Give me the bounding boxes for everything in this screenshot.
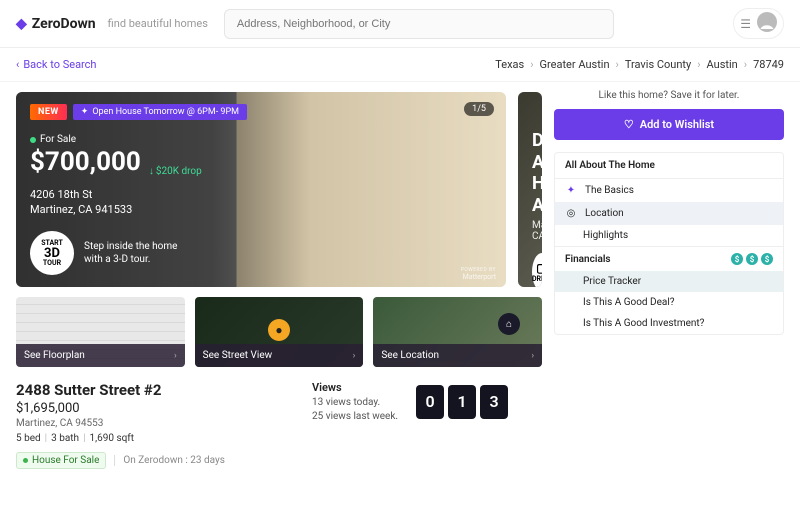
streetview-tile[interactable]: ● See Street View› xyxy=(195,297,364,367)
logo-icon: ◆ xyxy=(16,16,27,32)
address-line2: Martinez, CA 941533 xyxy=(30,202,492,217)
chevron-right-icon: › xyxy=(531,351,534,361)
floorplan-tile[interactable]: See Floorplan› xyxy=(16,297,185,367)
sparkle-icon: ✦ xyxy=(565,185,577,196)
home-pin-icon: ⌂ xyxy=(498,313,520,335)
property-location: Martinez, CA 94553 xyxy=(16,418,292,429)
menu-icon[interactable]: ☰ xyxy=(740,17,751,31)
crumb-4[interactable]: 78749 xyxy=(753,58,784,71)
add-to-wishlist-button[interactable]: ♡ Add to Wishlist xyxy=(554,109,784,140)
crumb-0[interactable]: Texas xyxy=(495,58,524,71)
drive-button[interactable]: ▢ DRIVE xyxy=(532,253,542,287)
3d-tour-button[interactable]: START 3D TOUR xyxy=(30,231,74,275)
crumb-2[interactable]: Travis County xyxy=(625,58,691,71)
views-lastweek: 25 views last week. xyxy=(312,411,398,422)
views-heading: Views xyxy=(312,381,398,394)
price-drop: ↓ $20K drop xyxy=(149,166,202,177)
location-tile[interactable]: ⌂ See Location› xyxy=(373,297,542,367)
tv-icon: ▢ xyxy=(536,261,542,275)
address-line1: 4206 18th St xyxy=(30,187,492,202)
sidebar-item-basics[interactable]: ✦ The Basics xyxy=(555,179,783,202)
price: $700,000 xyxy=(30,147,141,177)
sidebar-item-good-deal[interactable]: Is This A Good Deal? xyxy=(555,292,783,313)
sidebar-item-price-tracker[interactable]: Price Tracker xyxy=(555,271,783,292)
search-input[interactable] xyxy=(224,9,614,39)
drive-card[interactable]: Drive Around Haight-Ashbury Martinez, CA… xyxy=(518,92,542,287)
logo[interactable]: ◆ ZeroDown xyxy=(16,16,96,32)
chevron-left-icon: ‹ xyxy=(16,58,19,71)
photo-counter: 1/5 xyxy=(464,102,494,116)
arrow-down-icon: ↓ xyxy=(149,166,154,177)
sidebar-item-location[interactable]: ◎ Location xyxy=(555,202,783,225)
tour-description: Step inside the home with a 3-D tour. xyxy=(84,240,194,266)
financial-badges: $$$ xyxy=(731,253,773,265)
tagline: find beautiful homes xyxy=(108,17,208,30)
open-house-badge: ✦ Open House Tomorrow @ 6PM- 9PM xyxy=(73,104,247,120)
avatar-icon[interactable] xyxy=(757,12,777,35)
days-on-market: On Zerodown : 23 days xyxy=(114,455,224,466)
sale-status: For Sale xyxy=(30,134,492,145)
crumb-1[interactable]: Greater Austin xyxy=(540,58,610,71)
view-counter: 0 1 3 xyxy=(416,385,508,419)
sidebar-item-highlights[interactable]: Highlights xyxy=(555,225,783,246)
chevron-right-icon: › xyxy=(174,351,177,361)
breadcrumb: Texas› Greater Austin› Travis County› Au… xyxy=(495,58,784,71)
property-stats: 5 bed| 3 bath| 1,690 sqft xyxy=(16,433,292,444)
status-badge: House For Sale xyxy=(16,452,106,469)
crumb-3[interactable]: Austin xyxy=(707,58,738,71)
brand-name: ZeroDown xyxy=(32,16,96,32)
new-badge: NEW xyxy=(30,104,67,120)
back-label: Back to Search xyxy=(23,58,96,71)
pegman-icon: ● xyxy=(268,319,290,341)
heart-icon: ♡ xyxy=(624,118,634,131)
property-price: $1,695,000 xyxy=(16,401,292,416)
matterport-badge: POWERED BY Matterport xyxy=(461,267,496,281)
save-prompt: Like this home? Save it for later. xyxy=(554,90,784,101)
back-to-search[interactable]: ‹ Back to Search xyxy=(16,58,97,71)
views-today: 13 views today. xyxy=(312,397,398,408)
property-title: 2488 Sutter Street #2 xyxy=(16,381,292,399)
hero-photo-card[interactable]: 1/5 POWERED BY Matterport NEW ✦ Open Hou… xyxy=(16,92,506,287)
about-panel: All About The Home ✦ The Basics ◎ Locati… xyxy=(554,152,784,335)
person-icon: ✦ xyxy=(81,107,89,117)
financials-heading[interactable]: Financials $$$ xyxy=(555,246,783,271)
chevron-right-icon: › xyxy=(353,351,356,361)
target-icon: ◎ xyxy=(565,208,577,219)
about-heading: All About The Home xyxy=(555,153,783,179)
sidebar-item-good-investment[interactable]: Is This A Good Investment? xyxy=(555,313,783,334)
